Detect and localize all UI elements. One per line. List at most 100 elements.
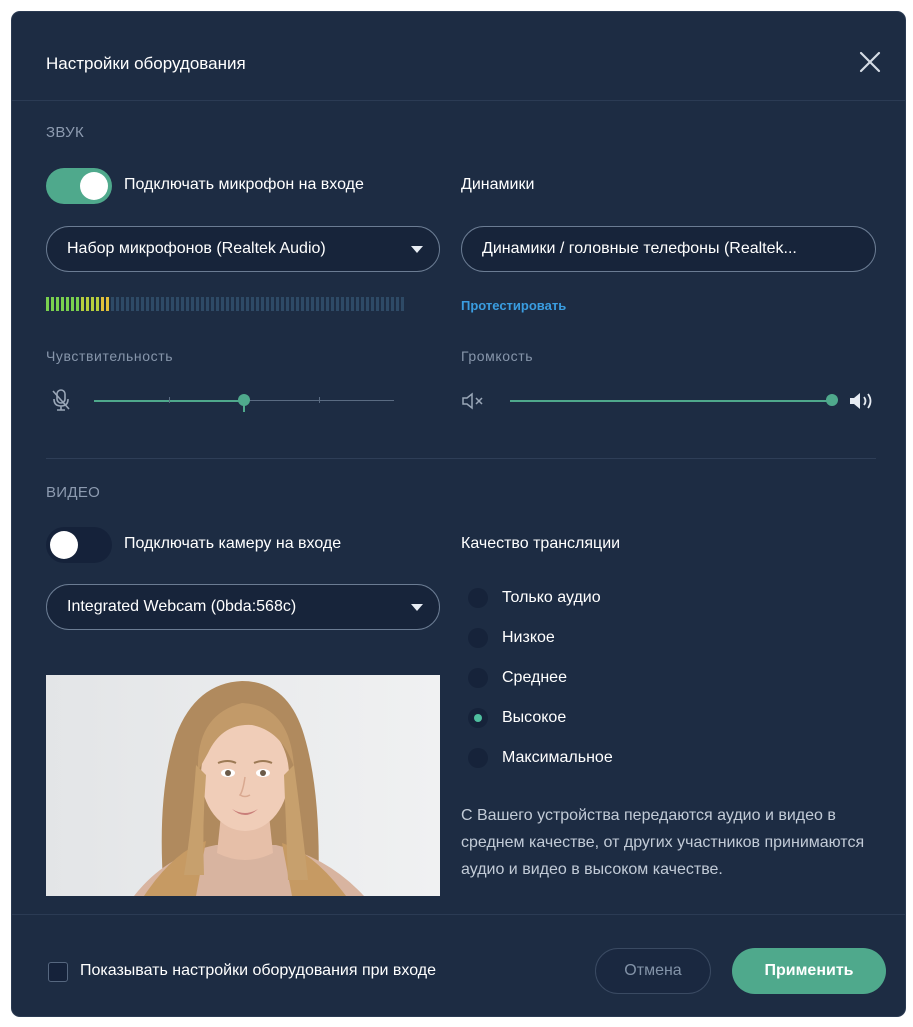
quality-option-label: Высокое bbox=[502, 709, 567, 726]
mic-level-segment bbox=[396, 297, 399, 311]
speaker-select[interactable]: Динамики / головные телефоны (Realtek... bbox=[461, 226, 876, 272]
mic-level-segment bbox=[391, 297, 394, 311]
mic-level-segment bbox=[361, 297, 364, 311]
mic-level-segment bbox=[261, 297, 264, 311]
quality-option-label: Только аудио bbox=[502, 589, 601, 606]
mic-level-segment bbox=[271, 297, 274, 311]
mic-level-segment bbox=[306, 297, 309, 311]
mic-muted-icon bbox=[50, 388, 72, 412]
radio-button[interactable] bbox=[468, 748, 488, 768]
mic-level-segment bbox=[251, 297, 254, 311]
section-divider bbox=[46, 458, 876, 459]
mic-level-segment bbox=[116, 297, 119, 311]
mic-level-segment bbox=[331, 297, 334, 311]
mic-select-value: Набор микрофонов (Realtek Audio) bbox=[67, 240, 326, 257]
mic-level-segment bbox=[101, 297, 104, 311]
hardware-settings-dialog: Настройки оборудования ЗВУК Подключать м… bbox=[12, 12, 905, 1016]
mic-level-meter bbox=[46, 297, 446, 311]
mic-level-segment bbox=[266, 297, 269, 311]
mic-level-segment bbox=[371, 297, 374, 311]
mic-level-segment bbox=[231, 297, 234, 311]
quality-option[interactable]: Высокое bbox=[468, 703, 768, 733]
mic-level-segment bbox=[346, 297, 349, 311]
show-settings-checkbox[interactable] bbox=[48, 962, 68, 982]
mic-level-segment bbox=[71, 297, 74, 311]
sensitivity-handle-stem bbox=[243, 404, 245, 412]
mic-level-segment bbox=[186, 297, 189, 311]
mic-level-segment bbox=[166, 297, 169, 311]
radio-button[interactable] bbox=[468, 628, 488, 648]
mic-level-segment bbox=[76, 297, 79, 311]
mic-level-segment bbox=[126, 297, 129, 311]
mic-level-segment bbox=[66, 297, 69, 311]
camera-select[interactable]: Integrated Webcam (0bda:568c) bbox=[46, 584, 440, 630]
audio-section-label: ЗВУК bbox=[46, 124, 85, 141]
sensitivity-tick bbox=[169, 397, 170, 403]
cancel-button[interactable]: Отмена bbox=[595, 948, 711, 994]
mic-level-segment bbox=[201, 297, 204, 311]
close-button[interactable] bbox=[852, 44, 888, 80]
mic-level-segment bbox=[156, 297, 159, 311]
mic-level-segment bbox=[81, 297, 84, 311]
mic-level-segment bbox=[316, 297, 319, 311]
test-speakers-link[interactable]: Протестировать bbox=[461, 298, 566, 313]
mic-select[interactable]: Набор микрофонов (Realtek Audio) bbox=[46, 226, 440, 272]
mic-level-segment bbox=[351, 297, 354, 311]
sensitivity-slider[interactable] bbox=[94, 390, 394, 414]
close-icon bbox=[859, 51, 881, 73]
mic-level-segment bbox=[191, 297, 194, 311]
quality-option-label: Низкое bbox=[502, 629, 555, 646]
radio-button[interactable] bbox=[468, 708, 488, 728]
mic-level-segment bbox=[141, 297, 144, 311]
mic-level-segment bbox=[176, 297, 179, 311]
camera-preview bbox=[46, 675, 440, 896]
quality-option[interactable]: Только аудио bbox=[468, 583, 768, 613]
mic-level-segment bbox=[301, 297, 304, 311]
quality-option[interactable]: Низкое bbox=[468, 623, 768, 653]
volume-label: Громкость bbox=[461, 348, 534, 364]
volume-handle[interactable] bbox=[826, 394, 838, 406]
mic-toggle[interactable] bbox=[46, 168, 112, 204]
camera-toggle[interactable] bbox=[46, 527, 112, 563]
mic-level-segment bbox=[296, 297, 299, 311]
mic-level-segment bbox=[256, 297, 259, 311]
toggle-knob bbox=[80, 172, 108, 200]
mic-level-segment bbox=[86, 297, 89, 311]
mic-level-segment bbox=[91, 297, 94, 311]
show-settings-checkbox-label: Показывать настройки оборудования при вх… bbox=[80, 962, 436, 979]
volume-slider[interactable] bbox=[510, 390, 838, 414]
quality-note: С Вашего устройства передаются аудио и в… bbox=[461, 807, 865, 878]
mic-level-segment bbox=[46, 297, 49, 311]
mic-level-segment bbox=[341, 297, 344, 311]
chevron-down-icon bbox=[411, 246, 423, 253]
radio-button[interactable] bbox=[468, 588, 488, 608]
quality-option[interactable]: Максимальное bbox=[468, 743, 768, 773]
mic-level-segment bbox=[291, 297, 294, 311]
mic-level-segment bbox=[51, 297, 54, 311]
mic-toggle-label: Подключать микрофон на входе bbox=[124, 176, 364, 193]
volume-mute-icon bbox=[461, 392, 489, 410]
volume-fill bbox=[510, 400, 832, 402]
mic-level-segment bbox=[196, 297, 199, 311]
camera-select-value: Integrated Webcam (0bda:568c) bbox=[67, 598, 297, 615]
mic-level-segment bbox=[221, 297, 224, 311]
quality-option-label: Максимальное bbox=[502, 749, 613, 766]
mic-level-segment bbox=[336, 297, 339, 311]
quality-options: Только аудио Низкое Среднее Высокое Максимал… bbox=[468, 583, 768, 783]
mic-level-segment bbox=[311, 297, 314, 311]
camera-preview-image bbox=[46, 675, 440, 896]
mic-level-segment bbox=[121, 297, 124, 311]
radio-button[interactable] bbox=[468, 668, 488, 688]
mic-level-segment bbox=[106, 297, 109, 311]
mic-level-segment bbox=[356, 297, 359, 311]
mic-level-segment bbox=[181, 297, 184, 311]
mic-level-segment bbox=[241, 297, 244, 311]
apply-button[interactable]: Применить bbox=[732, 948, 886, 994]
mic-level-segment bbox=[111, 297, 114, 311]
mic-level-segment bbox=[206, 297, 209, 311]
mic-level-segment bbox=[131, 297, 134, 311]
header-divider bbox=[12, 100, 905, 101]
quality-option[interactable]: Среднее bbox=[468, 663, 768, 693]
mic-level-segment bbox=[136, 297, 139, 311]
speaker-select-value: Динамики / головные телефоны (Realtek... bbox=[482, 240, 797, 257]
